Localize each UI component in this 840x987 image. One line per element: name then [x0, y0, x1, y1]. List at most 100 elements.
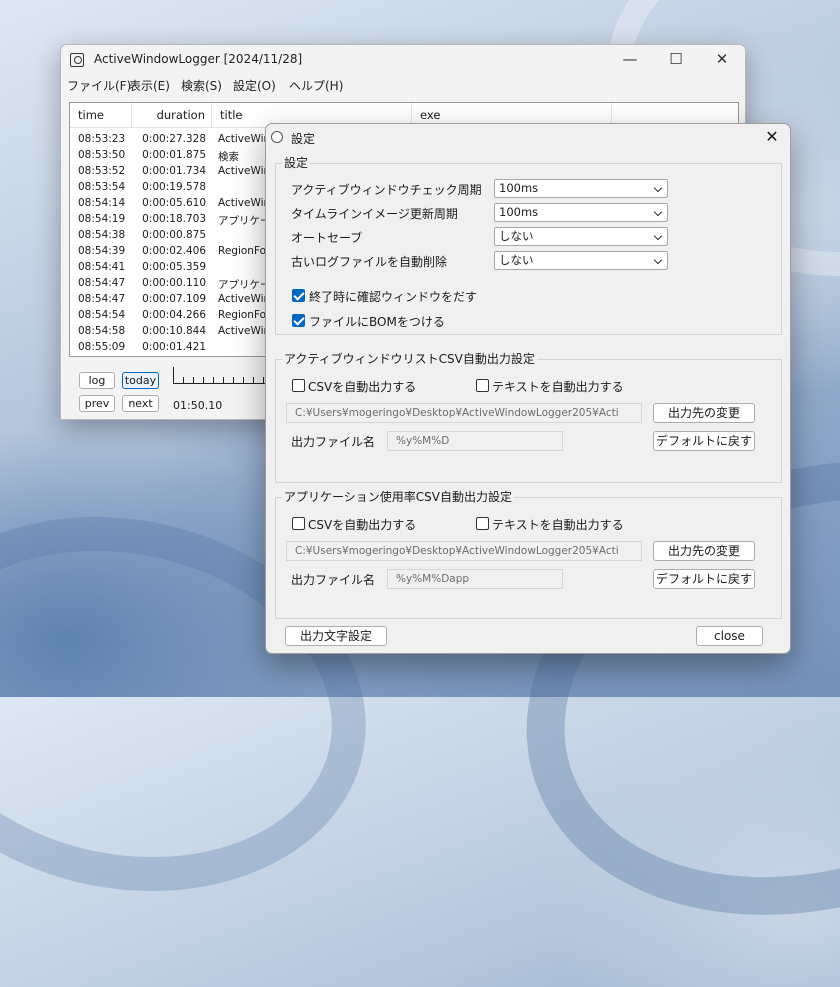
row-time: 08:53:52: [78, 165, 126, 177]
timeline-tick: [243, 377, 244, 384]
window-filename-label: 出力ファイル名: [291, 435, 376, 449]
row-time: 08:53:50: [78, 149, 126, 161]
app-csv-group: アプリケーション使用率CSV自動出力設定 CSVを自動出力する テキストを自動出…: [275, 488, 782, 619]
column-duration[interactable]: duration: [132, 103, 212, 127]
menu-view[interactable]: 表示(E): [129, 77, 170, 94]
app-filename-field[interactable]: %y%M%Dapp: [387, 569, 563, 589]
row-time: 08:54:58: [78, 325, 126, 337]
app-csv-auto-label: CSVを自動出力する: [308, 518, 417, 532]
timeline-tick: [183, 377, 184, 384]
minimize-button[interactable]: —: [607, 45, 653, 75]
row-title: ActiveWin: [218, 325, 271, 337]
auto-delete-select[interactable]: しない: [494, 251, 668, 270]
maximize-button[interactable]: ☐: [653, 45, 699, 75]
row-time: 08:53:23: [78, 133, 126, 145]
menu-help[interactable]: ヘルプ(H): [289, 77, 343, 94]
confirm-on-exit-checkbox[interactable]: [292, 289, 305, 302]
timeline-tick: [223, 377, 224, 384]
app-reset-default-button[interactable]: デフォルトに戻す: [653, 569, 755, 589]
row-duration: 0:00:18.703: [142, 213, 206, 225]
row-time: 08:54:14: [78, 197, 126, 209]
timeline-axis: [173, 383, 269, 384]
row-duration: 0:00:04.266: [142, 309, 206, 321]
select-value: しない: [499, 229, 534, 243]
row-time: 08:54:41: [78, 261, 126, 273]
group-label: アプリケーション使用率CSV自動出力設定: [282, 488, 514, 505]
row-time: 08:55:09: [78, 341, 126, 353]
timeline-interval-select[interactable]: 100ms: [494, 203, 668, 222]
row-duration: 0:00:05.359: [142, 261, 206, 273]
timeline-tick: [203, 377, 204, 384]
chevron-down-icon: [653, 231, 663, 241]
window-csv-auto-label: CSVを自動出力する: [308, 380, 417, 394]
row-duration: 0:00:10.844: [142, 325, 206, 337]
window-title: ActiveWindowLogger [2024/11/28]: [94, 52, 303, 66]
window-csv-path-field[interactable]: C:¥Users¥mogeringo¥Desktop¥ActiveWindowL…: [286, 403, 642, 423]
app-text-auto-checkbox[interactable]: [476, 517, 489, 530]
output-charset-button[interactable]: 出力文字設定: [285, 626, 387, 646]
dialog-close-icon[interactable]: ✕: [754, 124, 790, 150]
timeline-tick: [233, 377, 234, 384]
autosave-select[interactable]: しない: [494, 227, 668, 246]
row-time: 08:54:19: [78, 213, 126, 225]
timeline-tick: [193, 377, 194, 384]
timeline-tick: [253, 377, 254, 384]
select-value: 100ms: [499, 181, 539, 195]
row-duration: 0:00:00.110: [142, 277, 206, 289]
general-settings-group: 設定 アクティブウィンドウチェック周期 100ms タイムラインイメージ更新周期…: [275, 154, 782, 335]
row-title: ActiveWin: [218, 293, 271, 305]
group-label: 設定: [282, 154, 311, 171]
timeline-tick: [173, 367, 174, 384]
row-duration: 0:00:05.610: [142, 197, 206, 209]
menu-file[interactable]: ファイル(F): [67, 77, 131, 94]
menu-settings[interactable]: 設定(O): [233, 77, 276, 94]
chevron-down-icon: [653, 207, 663, 217]
app-text-auto-label: テキストを自動出力する: [492, 518, 624, 532]
check-interval-select[interactable]: 100ms: [494, 179, 668, 198]
today-button[interactable]: today: [122, 372, 159, 389]
confirm-on-exit-label: 終了時に確認ウィンドウをだす: [309, 290, 478, 304]
row-duration: 0:00:19.578: [142, 181, 206, 193]
row-title: ActiveWin: [218, 197, 271, 209]
row-title: RegionFo: [218, 309, 267, 321]
prev-button[interactable]: prev: [79, 395, 115, 412]
add-bom-checkbox[interactable]: [292, 314, 305, 327]
select-value: しない: [499, 253, 534, 267]
window-reset-default-button[interactable]: デフォルトに戻す: [653, 431, 755, 451]
window-text-auto-checkbox[interactable]: [476, 379, 489, 392]
row-duration: 0:00:07.109: [142, 293, 206, 305]
row-duration: 0:00:01.734: [142, 165, 206, 177]
row-time: 08:54:54: [78, 309, 126, 321]
select-value: 100ms: [499, 205, 539, 219]
timeline-tick: [213, 377, 214, 384]
row-time: 08:54:47: [78, 293, 126, 305]
app-csv-path-field[interactable]: C:¥Users¥mogeringo¥Desktop¥ActiveWindowL…: [286, 541, 642, 561]
row-title: 検索: [218, 151, 239, 163]
auto-delete-label: 古いログファイルを自動削除: [291, 255, 448, 269]
chevron-down-icon: [653, 183, 663, 193]
timeline-tick: [263, 377, 264, 384]
row-duration: 0:00:00.875: [142, 229, 206, 241]
menu-bar: ファイル(F) 表示(E) 検索(S) 設定(O) ヘルプ(H): [61, 75, 745, 95]
column-time[interactable]: time: [70, 103, 132, 127]
menu-search[interactable]: 検索(S): [181, 77, 222, 94]
dialog-close-button[interactable]: close: [696, 626, 763, 646]
window-filename-field[interactable]: %y%M%D: [387, 431, 563, 451]
row-title: ActiveWin: [218, 133, 271, 145]
app-change-dest-button[interactable]: 出力先の変更: [653, 541, 755, 561]
timeline[interactable]: [173, 365, 269, 385]
window-csv-auto-checkbox[interactable]: [292, 379, 305, 392]
row-time: 08:54:38: [78, 229, 126, 241]
check-interval-label: アクティブウィンドウチェック周期: [291, 183, 482, 197]
row-title: ActiveWin: [218, 165, 271, 177]
row-duration: 0:00:27.328: [142, 133, 206, 145]
window-change-dest-button[interactable]: 出力先の変更: [653, 403, 755, 423]
row-time: 08:54:39: [78, 245, 126, 257]
group-label: アクティブウィンドウリストCSV自動出力設定: [282, 350, 537, 367]
app-csv-auto-checkbox[interactable]: [292, 517, 305, 530]
close-button[interactable]: ✕: [699, 45, 745, 75]
next-button[interactable]: next: [122, 395, 159, 412]
title-bar[interactable]: ActiveWindowLogger [2024/11/28] — ☐ ✕: [61, 45, 745, 75]
chevron-down-icon: [653, 255, 663, 265]
log-button[interactable]: log: [79, 372, 115, 389]
